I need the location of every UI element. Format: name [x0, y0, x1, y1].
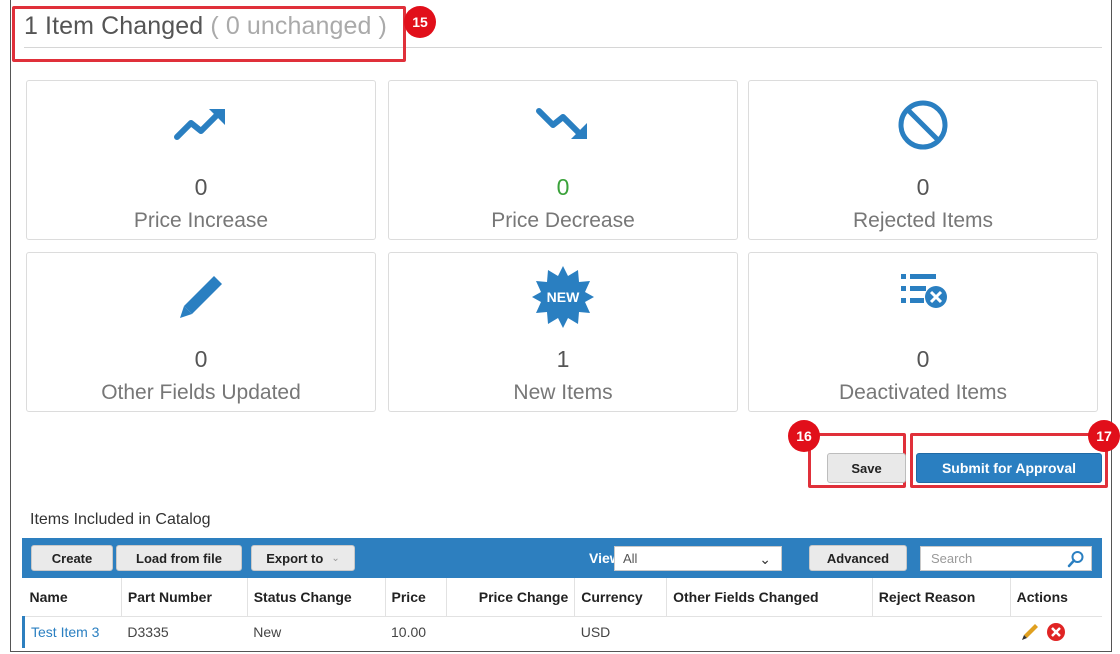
rejected-items-label: Rejected Items	[852, 209, 994, 232]
load-from-file-label: Load from file	[136, 550, 222, 566]
callout-badge-17: 17	[1088, 420, 1120, 452]
card-deactivated-items[interactable]: 0 Deactivated Items	[748, 252, 1098, 412]
table-header-row: Name Part Number Status Change Price Pri…	[23, 578, 1102, 617]
trending-down-icon	[536, 108, 587, 139]
callout-box-15	[12, 6, 406, 62]
export-to-label: Export to	[266, 550, 324, 566]
price-decrease-label: Price Decrease	[491, 209, 635, 232]
price-decrease-count: 0	[556, 174, 570, 200]
other-fields-updated-count: 0	[194, 346, 208, 372]
new-badge-text: NEW	[547, 289, 580, 305]
other-fields-updated-label: Other Fields Updated	[101, 381, 301, 404]
card-rejected-items[interactable]: 0 Rejected Items	[748, 80, 1098, 240]
column-header-part-number[interactable]: Part Number	[121, 578, 248, 617]
view-select[interactable]: All ⌄	[614, 546, 782, 571]
new-items-count: 1	[556, 346, 570, 372]
pencil-icon	[180, 276, 222, 318]
cell-other-fields-changed	[667, 616, 873, 648]
search-input[interactable]: Search	[920, 546, 1092, 571]
cell-part-number: D3335	[127, 624, 169, 641]
card-new-items[interactable]: NEW 1 New Items	[388, 252, 738, 412]
callout-badge-16: 16	[788, 420, 820, 452]
deactivated-items-label: Deactivated Items	[838, 381, 1008, 404]
item-name-link[interactable]: Test Item 3	[31, 624, 99, 640]
load-from-file-button[interactable]: Load from file	[116, 545, 242, 571]
card-price-increase[interactable]: 0 Price Increase	[26, 80, 376, 240]
list-remove-icon	[901, 274, 947, 308]
cell-name: Test Item 3	[22, 616, 122, 648]
column-header-price-change[interactable]: Price Change	[446, 578, 576, 617]
edit-pencil-icon[interactable]	[1020, 622, 1040, 642]
items-toolbar: Create Load from file Export to ⌄ View A…	[22, 538, 1102, 578]
create-button-label: Create	[51, 550, 93, 566]
column-header-name[interactable]: Name	[23, 578, 122, 617]
cell-actions	[1010, 616, 1102, 648]
view-select-value: All	[623, 551, 638, 566]
price-increase-label: Price Increase	[133, 209, 269, 232]
column-header-status-change[interactable]: Status Change	[247, 578, 386, 617]
search-icon[interactable]	[1067, 550, 1085, 568]
column-header-price[interactable]: Price	[385, 578, 448, 617]
create-button[interactable]: Create	[31, 545, 113, 571]
new-badge-icon: NEW	[532, 266, 594, 328]
cell-price: 10.00	[391, 624, 427, 641]
column-header-currency[interactable]: Currency	[574, 578, 668, 617]
prohibited-icon	[898, 100, 948, 150]
search-placeholder: Search	[931, 551, 973, 566]
column-header-reject-reason[interactable]: Reject Reason	[872, 578, 1011, 617]
table-row: Test Item 3 D3335 New 10.00 USD	[22, 616, 1103, 648]
cell-status-change: New	[253, 624, 282, 641]
deactivated-items-count: 0	[916, 346, 930, 372]
card-other-fields-updated[interactable]: 0 Other Fields Updated	[26, 252, 376, 412]
trending-up-icon	[174, 109, 225, 140]
chevron-down-icon: ⌄	[331, 552, 340, 564]
advanced-label: Advanced	[826, 550, 890, 566]
submit-for-approval-button[interactable]: Submit for Approval	[916, 453, 1102, 483]
items-section-title: Items Included in Catalog	[30, 511, 211, 528]
column-header-actions: Actions	[1010, 578, 1102, 617]
items-table: Name Part Number Status Change Price Pri…	[22, 578, 1102, 648]
export-to-button[interactable]: Export to ⌄	[251, 545, 355, 571]
save-button[interactable]: Save	[827, 453, 906, 483]
new-items-label: New Items	[513, 381, 613, 404]
advanced-button[interactable]: Advanced	[809, 545, 907, 571]
callout-badge-15: 15	[404, 6, 436, 38]
cell-currency: USD	[580, 624, 611, 641]
cell-reject-reason	[872, 616, 1010, 648]
rejected-items-count: 0	[916, 174, 930, 200]
cell-price-change	[447, 616, 575, 648]
chevron-down-icon: ⌄	[759, 551, 771, 567]
column-header-other-fields-changed[interactable]: Other Fields Changed	[666, 578, 873, 617]
price-increase-count: 0	[194, 174, 208, 200]
delete-icon[interactable]	[1046, 622, 1066, 642]
card-price-decrease[interactable]: 0 Price Decrease	[388, 80, 738, 240]
